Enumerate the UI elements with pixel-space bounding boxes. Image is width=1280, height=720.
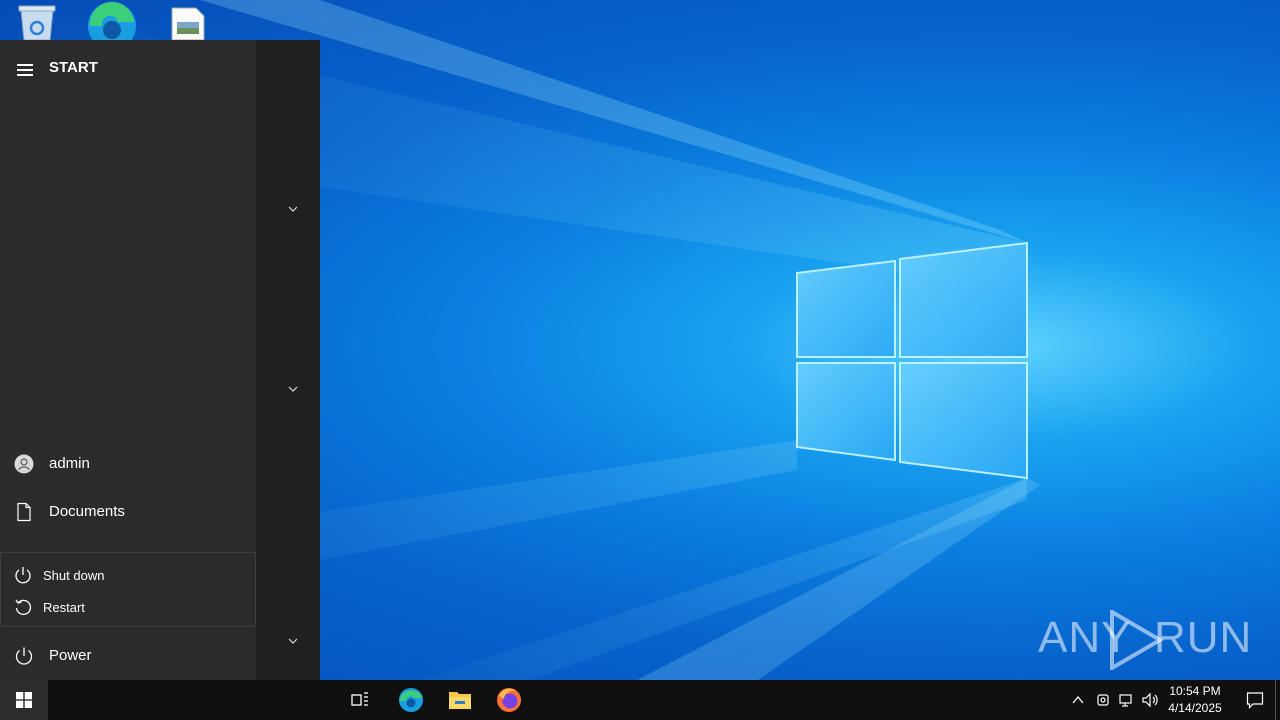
action-center-button[interactable] [1234, 680, 1274, 720]
edge-taskbar-button[interactable] [387, 680, 435, 720]
task-view-button[interactable] [336, 680, 384, 720]
shutdown-label: Shut down [43, 568, 105, 583]
firefox-icon [497, 688, 521, 712]
task-view-icon [351, 692, 368, 706]
document-icon [17, 502, 31, 522]
edge-icon [399, 688, 423, 712]
taskbar-clock[interactable]: 10:54 PM 4/14/2025 [1160, 683, 1230, 717]
file-explorer-button[interactable] [436, 680, 484, 720]
notification-icon [1246, 692, 1264, 709]
windows-logo-icon [16, 692, 32, 708]
power-button[interactable]: Power [0, 634, 256, 678]
network-icon[interactable] [1119, 692, 1135, 708]
restart-label: Restart [43, 600, 85, 615]
volume-icon[interactable] [1142, 692, 1160, 708]
start-title: START [49, 59, 98, 76]
recycle-bin-icon[interactable] [15, 0, 59, 41]
anyrun-watermark: ANY RUN [1038, 608, 1251, 672]
chevron-down-icon[interactable] [287, 385, 299, 393]
meet-now-icon[interactable] [1095, 692, 1111, 708]
shutdown-option[interactable]: Shut down [1, 560, 257, 590]
firefox-button[interactable] [485, 680, 533, 720]
start-button[interactable] [0, 680, 48, 720]
start-menu-header: START [0, 54, 256, 82]
documents-item[interactable]: Documents [0, 490, 256, 534]
start-menu: START admin Documents Shut down Restart … [0, 40, 320, 680]
documents-label: Documents [49, 503, 125, 520]
show-desktop-button[interactable] [1275, 680, 1280, 720]
file-explorer-icon [449, 692, 471, 709]
user-avatar-icon [14, 454, 34, 474]
edge-icon[interactable] [88, 0, 136, 50]
show-hidden-icons-chevron-icon[interactable] [1071, 693, 1085, 707]
document-icon[interactable] [168, 0, 212, 41]
hamburger-menu-icon[interactable] [17, 64, 33, 76]
power-icon [15, 647, 33, 665]
user-account-item[interactable]: admin [0, 442, 256, 486]
power-label: Power [49, 647, 92, 664]
watermark-right-text: RUN [1154, 613, 1253, 662]
chevron-down-icon[interactable] [287, 205, 299, 213]
restart-icon [15, 599, 32, 616]
taskbar: 10:54 PM 4/14/2025 [0, 680, 1280, 720]
clock-time: 10:54 PM [1169, 684, 1221, 698]
power-icon [15, 567, 31, 584]
clock-date: 4/14/2025 [1168, 701, 1222, 715]
restart-option[interactable]: Restart [1, 592, 257, 622]
chevron-down-icon[interactable] [287, 637, 299, 645]
power-options-flyout: Shut down Restart [0, 552, 256, 627]
user-name-label: admin [49, 455, 90, 472]
